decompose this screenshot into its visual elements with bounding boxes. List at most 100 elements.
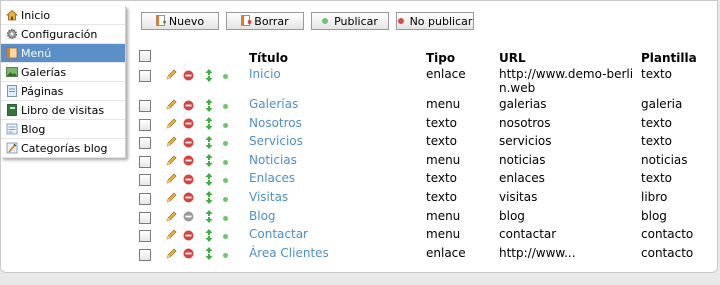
move-arrows-icon[interactable] <box>205 154 219 168</box>
delete-button[interactable]: Borrar <box>226 12 304 30</box>
row-checkbox[interactable] <box>139 230 151 243</box>
edit-pencil-icon[interactable] <box>165 192 179 204</box>
sidebar-item-libro-de-visitas[interactable]: Libro de visitas <box>1 101 125 120</box>
row-url: enlaces <box>499 171 545 186</box>
sidebar-item-label: Categorías blog <box>21 141 108 155</box>
move-arrows-icon[interactable] <box>205 135 219 149</box>
published-status-dot-icon[interactable] <box>223 247 228 261</box>
delete-circle-icon[interactable] <box>183 248 199 259</box>
guestbook-icon <box>6 104 18 116</box>
move-arrows-icon[interactable] <box>205 191 219 205</box>
edit-pencil-icon[interactable] <box>165 248 179 260</box>
sidebar-item-configuracion[interactable]: Configuración <box>1 25 125 44</box>
row-checkbox[interactable] <box>139 155 151 168</box>
menu-table: Título Tipo URL Plantilla Inicio enlace ht… <box>139 48 701 264</box>
row-checkbox[interactable] <box>139 70 151 82</box>
row-type: texto <box>426 134 458 149</box>
sidebar-item-label: Menú <box>21 46 52 60</box>
row-title-link[interactable]: Área Clientes <box>249 246 329 260</box>
row-type: texto <box>426 115 458 130</box>
row-template: libro <box>641 189 668 204</box>
column-header-template[interactable]: Plantilla <box>641 48 701 67</box>
row-checkbox[interactable] <box>139 211 151 224</box>
edit-pencil-icon[interactable] <box>165 136 179 148</box>
column-header-url[interactable]: URL <box>499 48 641 67</box>
unpublished-dot-icon <box>397 18 404 24</box>
edit-pencil-icon[interactable] <box>165 211 179 223</box>
row-title-link[interactable]: Galerías <box>249 97 298 111</box>
sidebar: Inicio Configuración Menú Galerías Págin… <box>1 6 126 158</box>
sidebar-item-label: Libro de visitas <box>21 103 105 117</box>
column-header-type[interactable]: Tipo <box>426 48 499 67</box>
sidebar-item-galerias[interactable]: Galerías <box>1 63 125 82</box>
home-icon <box>5 9 19 21</box>
published-status-dot-icon[interactable] <box>223 228 228 242</box>
row-type: enlace <box>426 245 466 260</box>
edit-pencil-icon[interactable] <box>165 118 179 130</box>
row-title-link[interactable]: Contactar <box>249 227 308 241</box>
published-status-dot-icon[interactable] <box>223 210 228 224</box>
row-title-link[interactable]: Noticias <box>249 153 297 167</box>
delete-circle-icon[interactable] <box>183 155 199 166</box>
row-checkbox[interactable] <box>139 100 151 112</box>
publish-button[interactable]: Publicar <box>311 12 389 30</box>
edit-pencil-icon[interactable] <box>165 99 179 111</box>
move-arrows-icon[interactable] <box>205 172 219 186</box>
row-title-link[interactable]: Visitas <box>249 190 288 204</box>
row-checkbox[interactable] <box>139 248 151 261</box>
delete-circle-icon[interactable] <box>183 211 199 222</box>
edit-pencil-icon[interactable] <box>165 173 179 185</box>
published-status-dot-icon[interactable] <box>223 172 228 186</box>
delete-circle-icon[interactable] <box>183 174 199 185</box>
new-button[interactable]: Nuevo <box>141 12 219 30</box>
move-arrows-icon[interactable] <box>205 210 219 224</box>
delete-circle-icon[interactable] <box>183 192 199 203</box>
move-arrows-icon[interactable] <box>205 98 219 112</box>
sidebar-item-inicio[interactable]: Inicio <box>1 6 125 25</box>
sidebar-item-menu[interactable]: Menú <box>1 44 125 63</box>
delete-circle-icon[interactable] <box>183 230 199 241</box>
published-status-dot-icon[interactable] <box>223 68 228 82</box>
published-status-dot-icon[interactable] <box>223 117 228 131</box>
published-status-dot-icon[interactable] <box>223 135 228 149</box>
table-row: Servicios texto servicios texto <box>139 134 701 153</box>
edit-pencil-icon[interactable] <box>165 229 179 241</box>
delete-circle-icon[interactable] <box>183 118 199 129</box>
published-status-dot-icon[interactable] <box>223 98 228 112</box>
row-checkbox[interactable] <box>139 137 151 150</box>
row-title-link[interactable]: Inicio <box>249 67 281 81</box>
row-type: menu <box>426 152 461 167</box>
new-button-label: Nuevo <box>168 14 205 28</box>
row-checkbox[interactable] <box>139 118 151 131</box>
row-title-link[interactable]: Servicios <box>249 134 303 148</box>
delete-circle-icon[interactable] <box>183 100 199 111</box>
edit-pencil-icon[interactable] <box>165 69 179 81</box>
toolbar: Nuevo Borrar Publicar No publicar <box>141 12 481 30</box>
row-url: servicios <box>499 134 552 149</box>
blog-categories-icon <box>6 142 18 154</box>
delete-circle-icon[interactable] <box>183 137 199 148</box>
sidebar-item-categorias-blog[interactable]: Categorías blog <box>1 139 125 158</box>
unpublish-button[interactable]: No publicar <box>396 12 474 30</box>
row-checkbox[interactable] <box>139 174 151 187</box>
published-status-dot-icon[interactable] <box>223 154 228 168</box>
row-url: blog <box>499 208 525 223</box>
move-arrows-icon[interactable] <box>205 228 219 242</box>
row-title-link[interactable]: Nosotros <box>249 116 302 130</box>
select-all-checkbox[interactable] <box>139 50 151 62</box>
published-status-dot-icon[interactable] <box>223 191 228 205</box>
row-checkbox[interactable] <box>139 192 151 205</box>
sidebar-item-paginas[interactable]: Páginas <box>1 82 125 101</box>
row-title-link[interactable]: Blog <box>249 209 276 223</box>
row-template: contacto <box>641 245 694 260</box>
move-arrows-icon[interactable] <box>205 68 219 82</box>
new-page-icon <box>155 15 167 27</box>
sidebar-item-blog[interactable]: Blog <box>1 120 125 139</box>
move-arrows-icon[interactable] <box>205 247 219 261</box>
row-title-link[interactable]: Enlaces <box>249 171 295 185</box>
sidebar-item-label: Páginas <box>21 84 64 98</box>
column-header-title[interactable]: Título <box>249 48 426 67</box>
delete-circle-icon[interactable] <box>183 70 199 81</box>
move-arrows-icon[interactable] <box>205 117 219 131</box>
edit-pencil-icon[interactable] <box>165 155 179 167</box>
